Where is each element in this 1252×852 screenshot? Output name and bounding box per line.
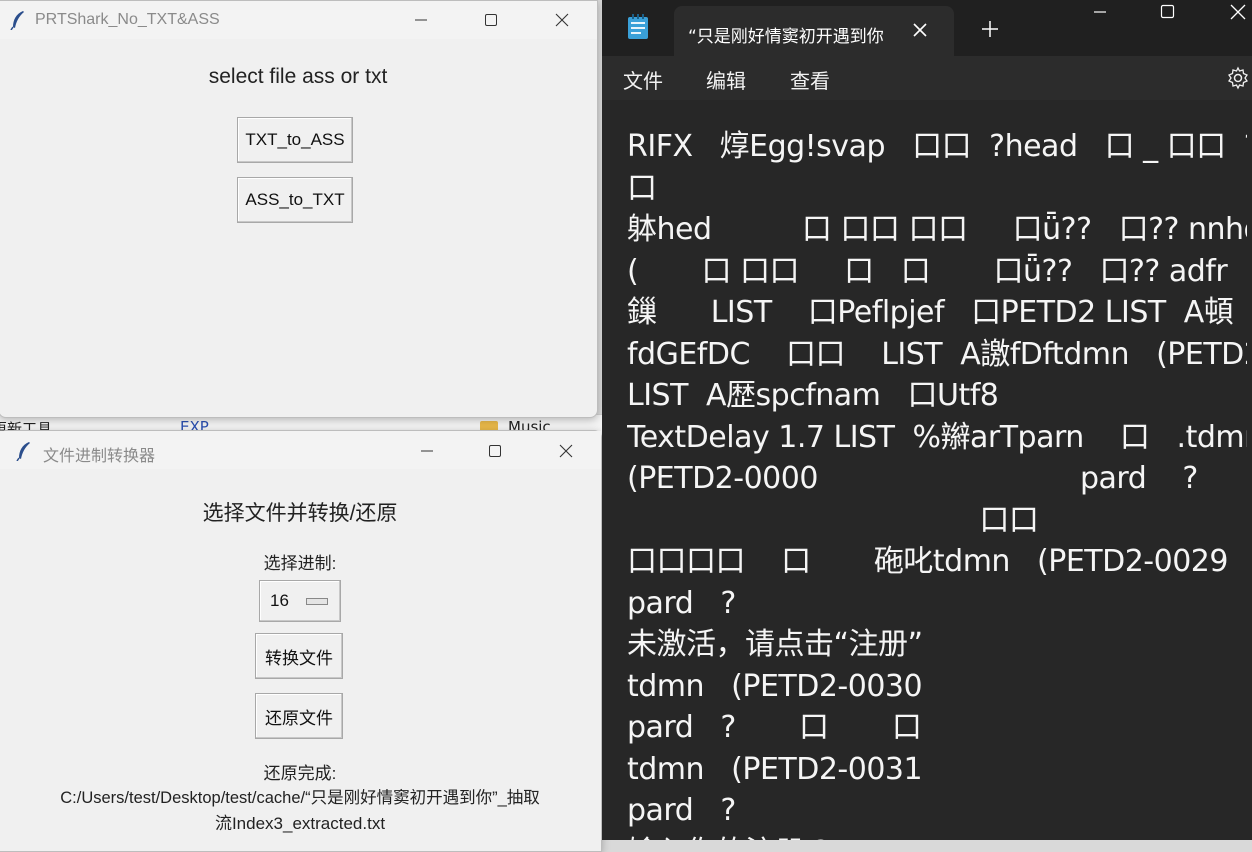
status-line: 还原完成: — [263, 764, 337, 783]
maximize-icon — [1160, 4, 1175, 19]
text-line: 未激活，请点击“注册” — [627, 627, 923, 662]
new-tab-icon[interactable] — [980, 19, 1000, 39]
text-line: 鏁 LIST 口Peflpjef 口PETD2 LIST A頓 — [627, 295, 1234, 330]
base-select[interactable]: 16 — [259, 580, 341, 622]
title-bar[interactable]: PRTShark_No_TXT&ASS — [0, 1, 597, 39]
window-title: PRTShark_No_TXT&ASS — [35, 11, 220, 28]
text-line: pard ? — [627, 585, 736, 621]
close-button[interactable] — [550, 8, 574, 32]
option-menu-indicator-icon — [306, 598, 328, 605]
minimize-icon — [421, 450, 433, 452]
menu-file[interactable]: 文件 — [623, 65, 663, 94]
text-line: 口口口口 口 砤叱tdmn (PETD2-0029 — [627, 544, 1228, 579]
tab-title: “只是刚好情窦初开遇到你 — [688, 27, 884, 47]
title-bar[interactable]: 文件进制转换器 — [0, 431, 601, 469]
minimize-icon — [1094, 11, 1106, 13]
menu-edit[interactable]: 编辑 — [706, 65, 746, 94]
close-icon — [1230, 4, 1246, 20]
feather-icon — [10, 11, 24, 30]
close-tab-icon[interactable] — [910, 20, 930, 40]
text-line: tdmn (PETD2-0030 — [627, 668, 923, 704]
minimize-button[interactable] — [409, 8, 433, 32]
tab-document[interactable]: “只是刚好情窦初开遇到你 — [674, 6, 954, 56]
tab-bar[interactable]: “只是刚好情窦初开遇到你 — [602, 0, 1252, 56]
file-base-converter-window: 文件进制转换器 选择文件并转换/还原 选择进制: 16 转换文件 还原文件 还原… — [0, 430, 602, 852]
close-icon — [555, 13, 569, 27]
text-line: 输入你的注册 ? — [627, 832, 1247, 841]
notepad-window: “只是刚好情窦初开遇到你 文件 编辑 查看 RIFX 焞Egg!svap 口口 … — [602, 0, 1252, 840]
maximize-icon — [485, 14, 497, 26]
minimize-icon — [415, 19, 427, 21]
minimize-button[interactable] — [415, 439, 439, 463]
text-line: TextDelay 1.7 LIST %辮arTparn 口 .tdmn — [627, 419, 1247, 455]
text-line: 躰hed 口 口口 口口 口ǖ?? 口?? nnhd — [627, 212, 1247, 247]
menu-view[interactable]: 查看 — [790, 65, 830, 94]
text-line: 口口 — [627, 502, 1039, 538]
feather-icon — [16, 442, 30, 461]
txt-to-ass-button[interactable]: TXT_to_ASS — [237, 117, 353, 163]
text-line: tdmn (PETD2-0031 — [627, 751, 923, 787]
heading-label: 选择文件并转换/还原 — [202, 502, 398, 525]
text-line: pard ? 口 口 — [627, 710, 922, 745]
maximize-button[interactable] — [1155, 0, 1179, 24]
ass-to-txt-button[interactable]: ASS_to_TXT — [237, 177, 353, 223]
settings-gear-icon[interactable] — [1226, 66, 1250, 90]
status-line: C:/Users/test/Desktop/test/cache/“只是刚好情窦… — [60, 789, 540, 807]
maximize-button[interactable] — [483, 439, 507, 463]
close-icon — [559, 444, 573, 458]
status-text: 还原完成: C:/Users/test/Desktop/test/cache/“… — [0, 761, 601, 836]
text-line: fdGEfDC 口口 LIST A譤fDftdmn (PETD2 — [627, 336, 1247, 372]
notepad-icon — [628, 14, 648, 39]
text-line: ( 口 口口 口 口 口ǖ?? 口?? adfr 口@ — [627, 253, 1247, 289]
close-button[interactable] — [1226, 0, 1250, 24]
base-select-value: 16 — [270, 591, 289, 610]
heading-label: select file ass or txt — [208, 65, 388, 88]
text-line: 口 — [627, 170, 657, 206]
minimize-button[interactable] — [1088, 0, 1112, 24]
text-line: LIST A歴spcfnam 口Utf8 — [627, 378, 999, 413]
maximize-button[interactable] — [479, 8, 503, 32]
prtshark-window: PRTShark_No_TXT&ASS select file ass or t… — [0, 0, 598, 418]
maximize-icon — [489, 445, 501, 457]
window-title: 文件进制转换器 — [43, 448, 156, 465]
restore-file-button[interactable]: 还原文件 — [255, 693, 343, 739]
convert-file-button[interactable]: 转换文件 — [255, 633, 343, 679]
base-label: 选择进制: — [263, 554, 337, 573]
menu-bar: 文件 编辑 查看 — [602, 56, 1252, 100]
text-line: pard ? — [627, 793, 736, 828]
text-line: RIFX 焞Egg!svap 口口 ?head 口 _ 口口 ?€ — [627, 129, 1247, 164]
close-button[interactable] — [554, 439, 578, 463]
document-text-area[interactable]: RIFX 焞Egg!svap 口口 ?head 口 _ 口口 ?€ 口躰hed 口… — [627, 126, 1247, 840]
status-line: 流Index3_extracted.txt — [214, 814, 386, 833]
text-line: (PETD2-0000 pard ? — [627, 461, 1198, 496]
